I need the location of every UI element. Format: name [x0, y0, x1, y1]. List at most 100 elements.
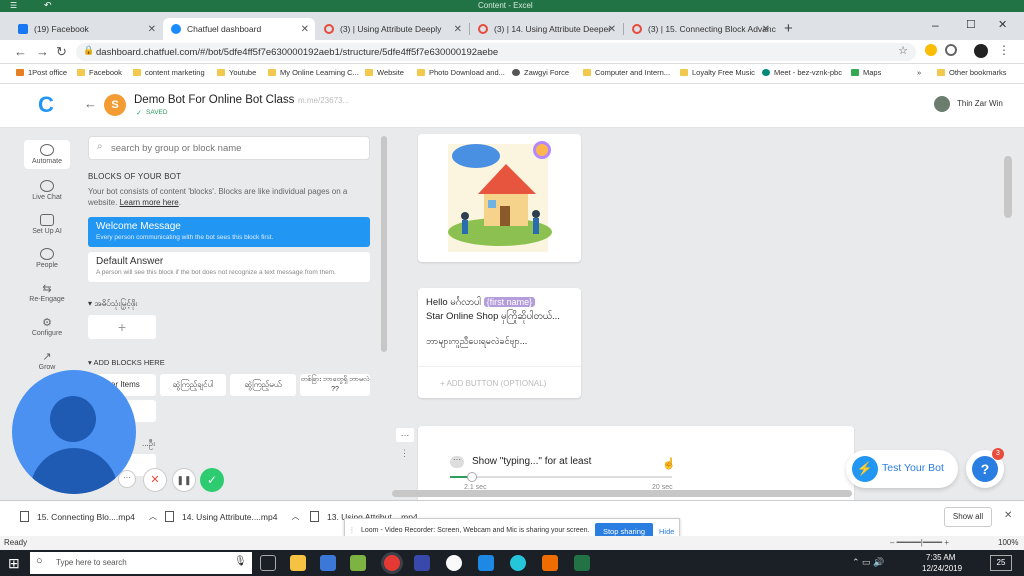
search-box[interactable]: ⌕ [88, 136, 370, 160]
more-options-icon[interactable]: … [396, 428, 414, 442]
show-all-button[interactable]: Show all [944, 507, 992, 527]
excel-menu-icon[interactable]: ☰ [10, 1, 17, 10]
url-field[interactable]: 🔒 dashboard.chatfuel.com/#/bot/5dfe4ff5f… [76, 43, 916, 61]
close-icon[interactable]: ✕ [762, 24, 770, 35]
store-icon[interactable] [320, 555, 336, 571]
close-window-icon[interactable]: ✕ [998, 18, 1007, 31]
test-your-bot-button[interactable]: ⚡ Test Your Bot [846, 450, 958, 488]
bookmark[interactable]: Computer and Intern... [583, 68, 670, 77]
search-input[interactable] [111, 140, 361, 156]
typing-slider-track[interactable] [450, 472, 672, 482]
default-answer-block[interactable]: Default Answer A person will see this bl… [88, 252, 370, 282]
chevron-down-icon[interactable]: ⌄ [283, 95, 291, 106]
app-icon[interactable] [414, 555, 430, 571]
bookmark[interactable]: Maps [851, 68, 881, 77]
bookmarks-overflow[interactable]: » [917, 68, 921, 77]
block-chip[interactable]: ဆွဲကြည့်မယ် [230, 374, 296, 396]
user-avatar[interactable] [934, 96, 950, 112]
bookmark[interactable]: Facebook [77, 68, 122, 77]
bookmark[interactable]: Meet - bez-vznk-pbc [762, 68, 842, 77]
close-icon[interactable]: ✕ [1004, 510, 1012, 521]
close-icon[interactable]: ✕ [301, 24, 309, 35]
nav-configure[interactable]: ⚙ Configure [24, 316, 70, 337]
add-button-option[interactable]: + ADD BUTTON (OPTIONAL) [440, 379, 546, 388]
app-icon[interactable] [510, 555, 526, 571]
tab-attribute-deeper[interactable]: (3) | 14. Using Attribute Deeper ✕ [470, 18, 622, 40]
panel-scrollbar[interactable] [381, 136, 387, 352]
nav-setup-ai[interactable]: Set Up AI [24, 214, 70, 235]
loom-finish-icon[interactable]: ✓ [200, 468, 224, 492]
undo-icon[interactable]: ↶ [44, 0, 52, 11]
bookmark[interactable]: content marketing [133, 68, 205, 77]
nav-re-engage[interactable]: ⇆ Re-Engage [24, 282, 70, 303]
nav-people[interactable]: People [24, 248, 70, 269]
bookmark[interactable]: Website [365, 68, 404, 77]
drag-handle-icon[interactable]: ⋮ [400, 448, 409, 459]
learn-more-link[interactable]: Learn more here [120, 198, 179, 207]
tab-connecting-block[interactable]: (3) | 15. Connecting Block Advance ✕ [624, 18, 776, 40]
zoom-slider[interactable]: – ━━━━━|━━━━ + [890, 536, 949, 550]
file-explorer-icon[interactable] [290, 555, 306, 571]
app-icon[interactable] [542, 555, 558, 571]
forward-icon[interactable]: → [36, 44, 49, 59]
typing-card[interactable]: ··· Show "typing..." for at least 2.1 se… [418, 426, 854, 500]
system-tray-icons[interactable]: ⌃ ▭ 🔊 [852, 557, 884, 568]
help-button[interactable]: ? 3 [966, 448, 1004, 488]
extension-icon[interactable] [925, 44, 937, 56]
task-view-icon[interactable] [260, 555, 276, 571]
image-card[interactable] [418, 134, 581, 262]
typing-slider-handle[interactable] [467, 472, 478, 482]
block-chip[interactable]: တစ်ခြား ဘာတွေရှိ ဘာမလဲ ?? [300, 374, 370, 396]
bookmark[interactable]: Zawgyi Force [512, 68, 569, 77]
bookmark[interactable]: 1Post office [16, 68, 67, 77]
close-icon[interactable]: ✕ [148, 24, 156, 35]
loom-cancel-icon[interactable]: ✕ [143, 468, 167, 492]
camtasia-icon[interactable] [350, 555, 366, 571]
photos-icon[interactable] [446, 555, 462, 571]
nav-automate[interactable]: Automate [24, 140, 70, 169]
block-chip[interactable]: ဆွဲကြည့်ချင်ပါ [160, 374, 226, 396]
notification-center[interactable]: 25 [990, 555, 1012, 571]
tab-attribute-deeply[interactable]: (3) | Using Attribute Deeply ✕ [316, 18, 468, 40]
nav-live-chat[interactable]: Live Chat [24, 180, 70, 201]
app-icon[interactable] [478, 555, 494, 571]
bookmark[interactable]: Photo Download and... [417, 68, 505, 77]
minimize-icon[interactable]: – [932, 18, 939, 32]
profile-avatar[interactable] [974, 44, 988, 58]
download-item[interactable]: 14. Using Attribute....mp4 ︿ [165, 511, 299, 522]
chrome-icon[interactable] [384, 555, 400, 571]
user-name[interactable]: Thin Zar Win [957, 99, 1003, 108]
drag-handle-icon[interactable]: ⦙ [351, 526, 353, 536]
nav-grow[interactable]: ↗ Grow [24, 350, 70, 371]
attribute-chip[interactable]: {first name} [483, 297, 536, 307]
star-icon[interactable]: ☆ [898, 44, 908, 57]
bookmark[interactable]: Loyalty Free Music [680, 68, 755, 77]
windows-start-icon[interactable]: ⊞ [8, 555, 20, 572]
reload-icon[interactable]: ↻ [56, 44, 67, 60]
microphone-icon[interactable]: 🎙 [234, 556, 247, 567]
back-arrow-icon[interactable]: ← [84, 96, 97, 111]
loom-pause-icon[interactable]: ❚❚ [172, 468, 196, 492]
hide-button[interactable]: Hide [659, 527, 674, 536]
tab-facebook[interactable]: (19) Facebook ✕ [10, 18, 162, 40]
canvas-hscrollbar[interactable] [392, 490, 852, 497]
canvas-scrollbar[interactable] [1004, 156, 1012, 218]
taskbar-search[interactable]: ○ Type here to search 🎙 [30, 552, 252, 574]
close-icon[interactable]: ✕ [608, 24, 616, 35]
bookmark[interactable]: My Online Learning C... [268, 68, 359, 77]
loom-more-icon[interactable]: ··· [118, 470, 136, 488]
back-icon[interactable]: ← [14, 44, 27, 59]
bot-link[interactable]: m.me/23673... [298, 96, 349, 105]
tab-chatfuel[interactable]: Chatfuel dashboard ✕ [163, 18, 315, 40]
bookmark[interactable]: Youtube [217, 68, 256, 77]
other-bookmarks[interactable]: Other bookmarks [937, 68, 1007, 77]
welcome-message-block[interactable]: Welcome Message Every person communicati… [88, 217, 370, 247]
add-block-button[interactable]: + [88, 315, 156, 339]
text-card[interactable]: Hello မင်္ဂလာပါ {first name} Star Online… [418, 288, 581, 398]
excel-icon[interactable] [574, 555, 590, 571]
maximize-icon[interactable]: ☐ [966, 18, 976, 31]
chevron-up-icon[interactable]: ︿ [291, 511, 299, 522]
more-menu-icon[interactable]: ⋮ [998, 43, 1010, 57]
new-tab-icon[interactable]: + [784, 20, 793, 37]
chevron-up-icon[interactable]: ︿ [149, 511, 157, 522]
